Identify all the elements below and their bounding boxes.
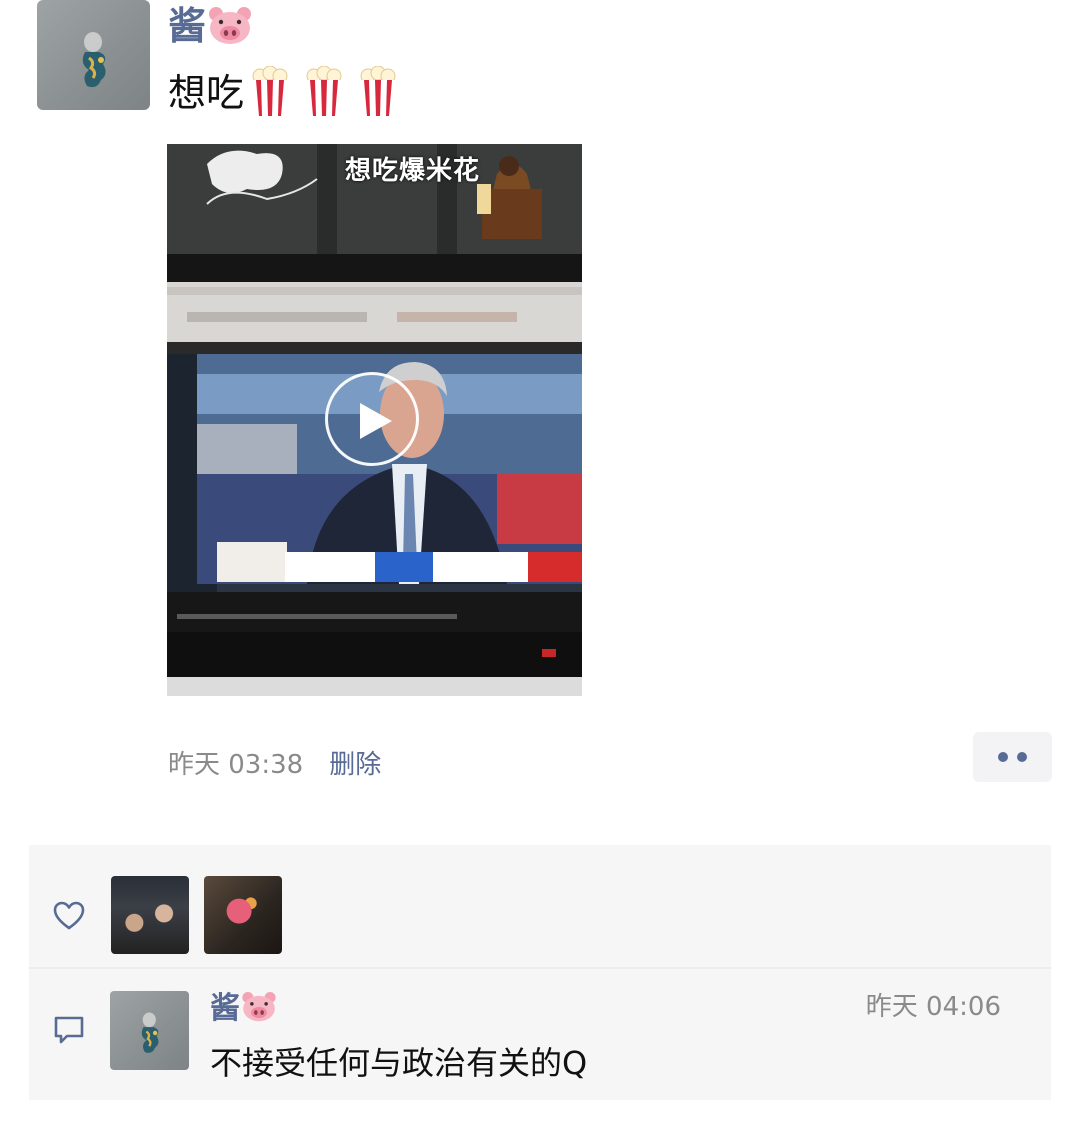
more-dots-icon <box>1017 752 1027 762</box>
more-dots-icon <box>998 752 1008 762</box>
more-button[interactable] <box>973 732 1052 782</box>
interactions-panel: 酱 昨天 04:06 不接受任何与政治有关的Q <box>29 845 1051 1100</box>
avatar-figure-icon <box>141 1012 159 1053</box>
heart-icon <box>53 901 85 930</box>
video-thumbnail[interactable]: 想吃爆米花 <box>167 144 582 696</box>
play-button[interactable] <box>325 372 419 466</box>
popcorn-icon <box>252 65 288 116</box>
comment-author-name[interactable]: 酱 <box>210 989 278 1029</box>
pig-face-icon <box>242 991 276 1021</box>
comment-time: 昨天 04:06 <box>865 992 1001 1022</box>
delete-link[interactable]: 删除 <box>329 750 381 780</box>
moments-post: 酱 想吃 想吃爆米花 昨天 03:38 删除 酱 昨天 04:06 不接受任何与… <box>0 0 1080 1134</box>
pig-face-icon <box>209 6 252 44</box>
likes-row <box>29 845 1051 967</box>
video-caption: 想吃爆米花 <box>345 156 481 186</box>
avatar-figure-icon <box>82 32 106 88</box>
play-icon <box>360 403 392 439</box>
post-meta: 昨天 03:38 删除 <box>168 745 381 785</box>
post-time: 昨天 03:38 <box>168 750 304 780</box>
post-text: 想吃 <box>168 65 398 122</box>
author-avatar[interactable] <box>37 0 150 110</box>
popcorn-icon <box>360 65 396 116</box>
comment-text: 不接受任何与政治有关的Q <box>210 1044 588 1082</box>
like-user-avatar[interactable] <box>111 876 189 954</box>
popcorn-icon <box>306 65 342 116</box>
post-text-content: 想吃 <box>168 71 245 115</box>
author-name-text: 酱 <box>168 4 207 48</box>
comment-item[interactable]: 酱 昨天 04:06 不接受任何与政治有关的Q <box>29 969 1051 1100</box>
comment-author-text: 酱 <box>210 991 240 1026</box>
author-name[interactable]: 酱 <box>168 2 254 50</box>
comment-icon <box>54 1016 84 1044</box>
like-user-avatar[interactable] <box>204 876 282 954</box>
comment-author-avatar[interactable] <box>110 991 189 1070</box>
